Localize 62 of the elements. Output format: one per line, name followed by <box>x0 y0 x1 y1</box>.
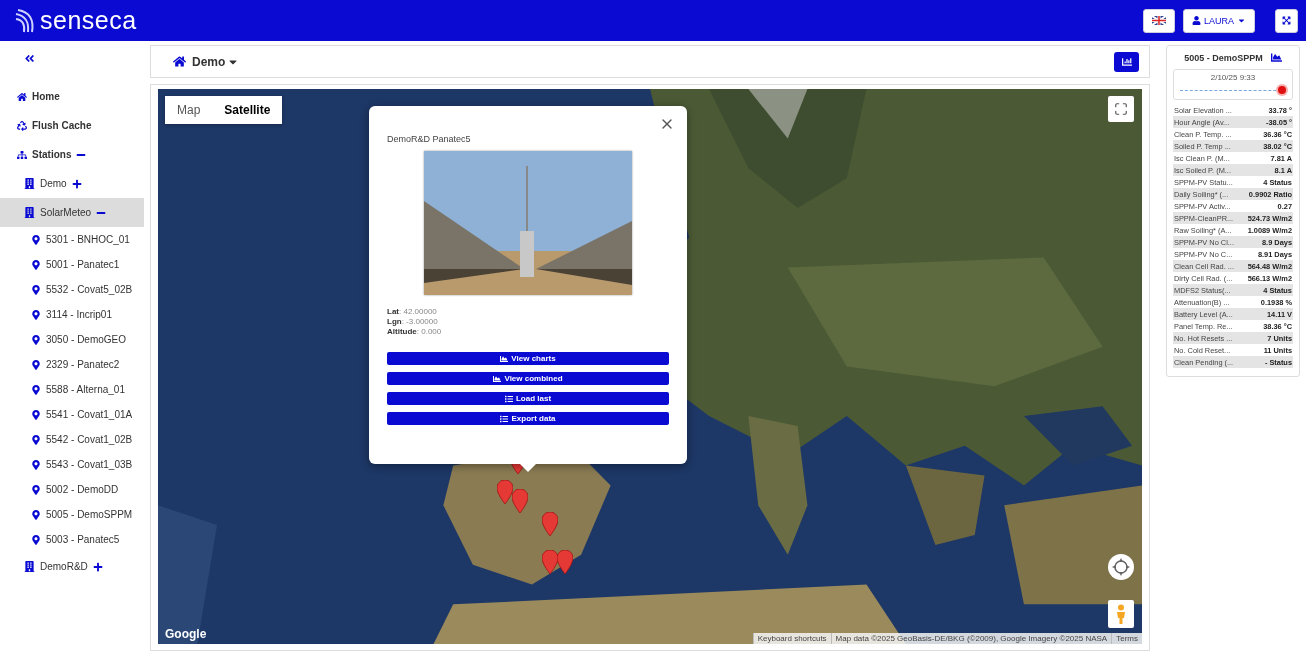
station-item[interactable]: 3050 - DemoGEO <box>46 334 127 345</box>
sidebar-item[interactable]: Flush Cache <box>32 120 92 131</box>
map-pin-icon <box>31 534 41 545</box>
station-item[interactable]: 3114 - Incrip01 <box>46 309 112 320</box>
home-icon <box>17 91 27 102</box>
station-item[interactable]: 5002 - DemoDD <box>46 484 119 495</box>
language-button[interactable] <box>1143 8 1175 33</box>
map-pin-icon <box>31 284 41 295</box>
folder-item[interactable]: SolarMeteo <box>0 198 144 227</box>
recycle-icon <box>17 120 27 131</box>
folder-label: Demo <box>40 178 67 189</box>
station-item[interactable]: 5541 - Covat1_01A <box>46 409 133 420</box>
sidebar-item[interactable]: Stations <box>32 149 72 160</box>
folder-item[interactable]: DemoR&D <box>0 552 144 581</box>
caret-icon <box>1237 16 1246 25</box>
station-item[interactable]: 5543 - Covat1_03B <box>46 459 133 470</box>
station-item[interactable]: 5542 - Covat1_02B <box>46 434 133 445</box>
expand-icon[interactable] <box>71 178 82 189</box>
timestamp-text: 2/10/25 9:33 <box>1210 73 1256 82</box>
breadcrumb-dropdown[interactable]: Demo <box>192 54 1108 69</box>
station-item[interactable]: 5588 - Alterna_01 <box>46 384 125 395</box>
fullscreen-button[interactable] <box>1275 8 1298 33</box>
sitemap-icon <box>17 149 27 160</box>
folder-label: SolarMeteo <box>40 207 92 218</box>
expand-icon <box>1282 16 1291 25</box>
bar-chart-icon <box>1121 56 1132 67</box>
app-logo: senseca <box>40 6 137 35</box>
flag-icon <box>1152 16 1166 25</box>
station-item[interactable]: 5301 - BNHOC_01 <box>46 234 130 245</box>
home-icon[interactable] <box>173 55 186 68</box>
folder-item[interactable]: Demo <box>0 169 144 198</box>
building-icon <box>24 561 35 572</box>
building-icon <box>24 207 35 218</box>
building-icon <box>24 178 35 189</box>
chart-button[interactable] <box>1114 51 1139 72</box>
station-item[interactable]: 5001 - Panatec1 <box>46 259 120 270</box>
slider-handle[interactable] <box>1278 86 1286 94</box>
collapse-sidebar-icon[interactable] <box>24 53 35 64</box>
map-pin-icon <box>31 384 41 395</box>
swirl-logo-icon <box>14 7 36 34</box>
map-pin-icon <box>31 484 41 495</box>
panel-title: 5005 - DemoSPPM <box>1184 52 1263 63</box>
area-chart-icon[interactable] <box>1270 52 1282 63</box>
user-icon <box>1192 16 1201 25</box>
station-item[interactable]: 5005 - DemoSPPM <box>46 509 133 520</box>
station-item[interactable]: 5003 - Panatec5 <box>46 534 120 545</box>
map-pin-icon <box>31 409 41 420</box>
map-pin-icon <box>31 434 41 445</box>
expand-icon[interactable] <box>92 561 103 572</box>
sidebar-item[interactable]: Home <box>32 91 60 102</box>
time-slider[interactable] <box>1180 86 1286 94</box>
station-item[interactable]: 5532 - Covat5_02B <box>46 284 133 295</box>
map-pin-icon <box>31 234 41 245</box>
map-pin-icon <box>31 309 41 320</box>
map-pin-icon <box>31 359 41 370</box>
station-item[interactable]: 2329 - Panatec2 <box>46 359 120 370</box>
map-pin-icon <box>31 459 41 470</box>
user-menu-button[interactable]: LAURA <box>1183 8 1255 33</box>
map-pin-icon <box>31 334 41 345</box>
map-pin-icon <box>31 509 41 520</box>
folder-label: DemoR&D <box>40 561 88 572</box>
map-pin-icon <box>31 259 41 270</box>
